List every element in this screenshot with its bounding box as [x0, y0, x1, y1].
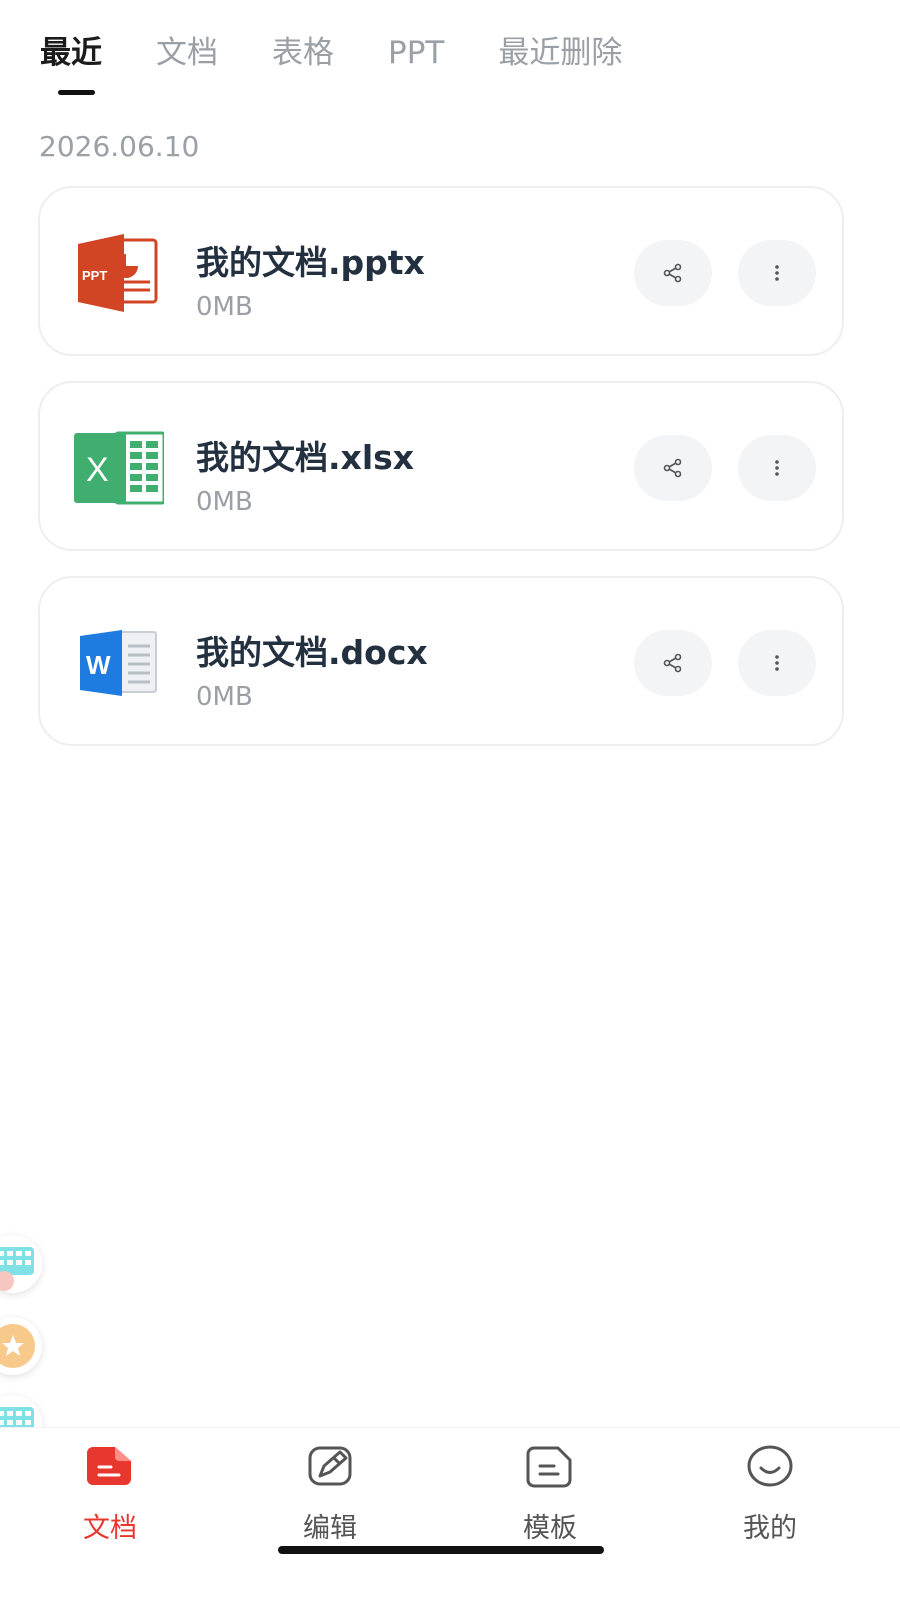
file-size: 0MB	[196, 682, 253, 712]
bottom-navigation: 文档 编辑 模板 我的	[0, 1427, 900, 1600]
file-name: 我的文档.pptx	[196, 243, 425, 282]
tab-spreadsheets[interactable]: 表格	[272, 31, 334, 75]
tab-documents[interactable]: 文档	[156, 31, 218, 75]
file-name: 我的文档.xlsx	[196, 438, 415, 477]
excel-icon-label: X	[86, 451, 109, 489]
share-icon	[663, 653, 682, 673]
more-options-button[interactable]	[738, 435, 816, 501]
floating-keyboard-icon[interactable]	[0, 1235, 42, 1293]
file-card-docx[interactable]: W 我的文档.docx 0MB	[38, 576, 844, 746]
more-vertical-icon	[775, 265, 779, 281]
nav-documents[interactable]: 文档	[50, 1440, 170, 1550]
share-button[interactable]	[634, 435, 712, 501]
share-icon	[663, 263, 682, 283]
file-size: 0MB	[196, 292, 253, 322]
excel-file-icon: X	[74, 427, 166, 509]
floating-star-icon[interactable]	[0, 1317, 42, 1375]
ppt-icon-label: PPT	[82, 268, 107, 283]
nav-label: 文档	[83, 1513, 137, 1544]
tab-recently-deleted[interactable]: 最近删除	[498, 31, 622, 75]
file-card-xlsx[interactable]: X 我的文档.xlsx 0MB	[38, 381, 844, 551]
nav-label: 模板	[523, 1513, 577, 1544]
ppt-file-icon: PPT	[74, 232, 164, 314]
nav-edit[interactable]: 编辑	[270, 1440, 390, 1550]
active-tab-indicator	[58, 90, 95, 95]
document-icon	[84, 1440, 136, 1492]
profile-icon	[744, 1440, 796, 1492]
template-icon	[524, 1440, 576, 1492]
word-file-icon: W	[74, 622, 164, 704]
tab-ppt[interactable]: PPT	[388, 31, 444, 75]
nav-templates[interactable]: 模板	[490, 1440, 610, 1550]
file-size: 0MB	[196, 487, 253, 517]
more-options-button[interactable]	[738, 630, 816, 696]
share-button[interactable]	[634, 240, 712, 306]
date-header: 2026.06.10	[39, 130, 200, 163]
file-card-pptx[interactable]: PPT 我的文档.pptx 0MB	[38, 186, 844, 356]
more-options-button[interactable]	[738, 240, 816, 306]
word-icon-label: W	[86, 650, 111, 680]
nav-label: 编辑	[303, 1513, 357, 1544]
more-vertical-icon	[775, 460, 779, 476]
nav-label: 我的	[743, 1513, 797, 1544]
tab-bar: 最近 文档 表格 PPT 最近删除	[40, 28, 676, 78]
share-button[interactable]	[634, 630, 712, 696]
share-icon	[663, 458, 682, 478]
more-vertical-icon	[775, 655, 779, 671]
home-indicator[interactable]	[278, 1546, 604, 1554]
tab-recent[interactable]: 最近	[40, 31, 102, 75]
nav-profile[interactable]: 我的	[710, 1440, 830, 1550]
edit-brush-icon	[304, 1440, 356, 1492]
file-name: 我的文档.docx	[196, 633, 428, 672]
